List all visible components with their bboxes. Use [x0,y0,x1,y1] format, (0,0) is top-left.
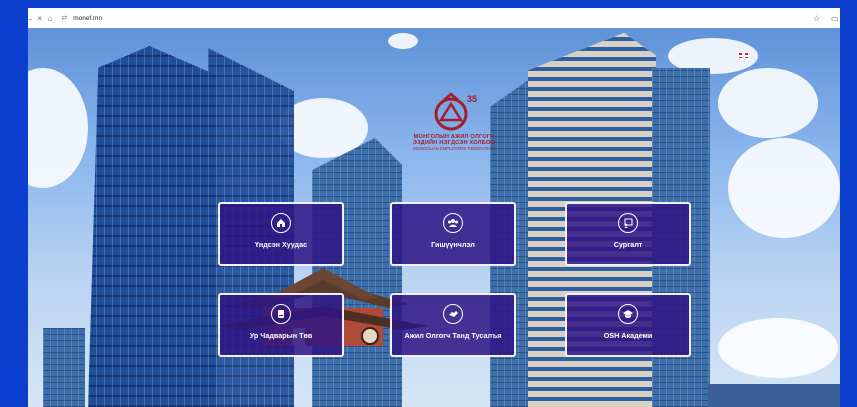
address-bar[interactable]: ⇄ monef.mn [61,11,804,25]
close-icon[interactable]: × [35,14,45,23]
card-employer-help-label: Ажил Олгогч Танд Тусалъя [404,331,502,340]
browser-window: ← → × ⌂ ⇄ monef.mn ☆ ▭ [28,8,840,407]
low-building-left [43,328,85,407]
federation-emblem-icon: 35 [434,92,477,131]
card-home-label: Үндсэн Хуудас [254,240,308,249]
cloud [728,138,840,238]
card-employer-help[interactable]: Ажил Олгогч Танд Тусалъя [390,293,516,357]
star-icon[interactable]: ☆ [811,14,821,23]
handshake-icon [443,304,463,324]
tune-icon[interactable]: ⇄ [61,14,67,22]
card-training[interactable]: Сургалт [565,202,691,266]
training-icon [618,213,638,233]
card-training-label: Сургалт [613,240,643,249]
cloud [28,68,88,188]
home-icon [271,213,291,233]
graduation-cap-icon [618,304,638,324]
browser-toolbar: ← → × ⌂ ⇄ monef.mn ☆ ▭ [28,8,840,29]
members-icon [443,213,463,233]
left-skyscraper [88,46,216,407]
federation-logo[interactable]: 35 МОНГОЛЫН АЖИЛ ОЛГОГЧ ЭЗДИЙН НЭГДСЭН Х… [398,90,510,168]
card-osh-academy[interactable]: OSH Академи [565,293,691,357]
outer-frame: ← → × ⌂ ⇄ monef.mn ☆ ▭ [0,0,857,407]
card-membership-label: Гишүүнчлэл [431,240,475,249]
cloud [388,33,418,49]
uk-flag-icon[interactable] [738,52,749,59]
low-building-right [708,384,840,407]
home-icon[interactable]: ⌂ [45,14,55,23]
book-icon [271,304,291,324]
card-osh-academy-label: OSH Академи [603,331,653,340]
forward-icon[interactable]: → [28,14,35,23]
page-viewport: 35 МОНГОЛЫН АЖИЛ ОЛГОГЧ ЭЗДИЙН НЭГДСЭН Х… [28,28,840,407]
card-skills-center[interactable]: Ур Чадварын Төв [218,293,344,357]
url-text[interactable]: monef.mn [73,15,102,22]
cloud [718,318,838,378]
card-home[interactable]: Үндсэн Хуудас [218,202,344,266]
logo-line-3: MONGOLIAN EMPLOYERS' FEDERATION [413,146,495,151]
extensions-icon[interactable]: ▭ [830,14,840,23]
card-membership[interactable]: Гишүүнчлэл [390,202,516,266]
cloud [718,68,818,138]
anniversary-number: 35 [467,94,477,104]
card-skills-center-label: Ур Чадварын Төв [249,331,313,340]
